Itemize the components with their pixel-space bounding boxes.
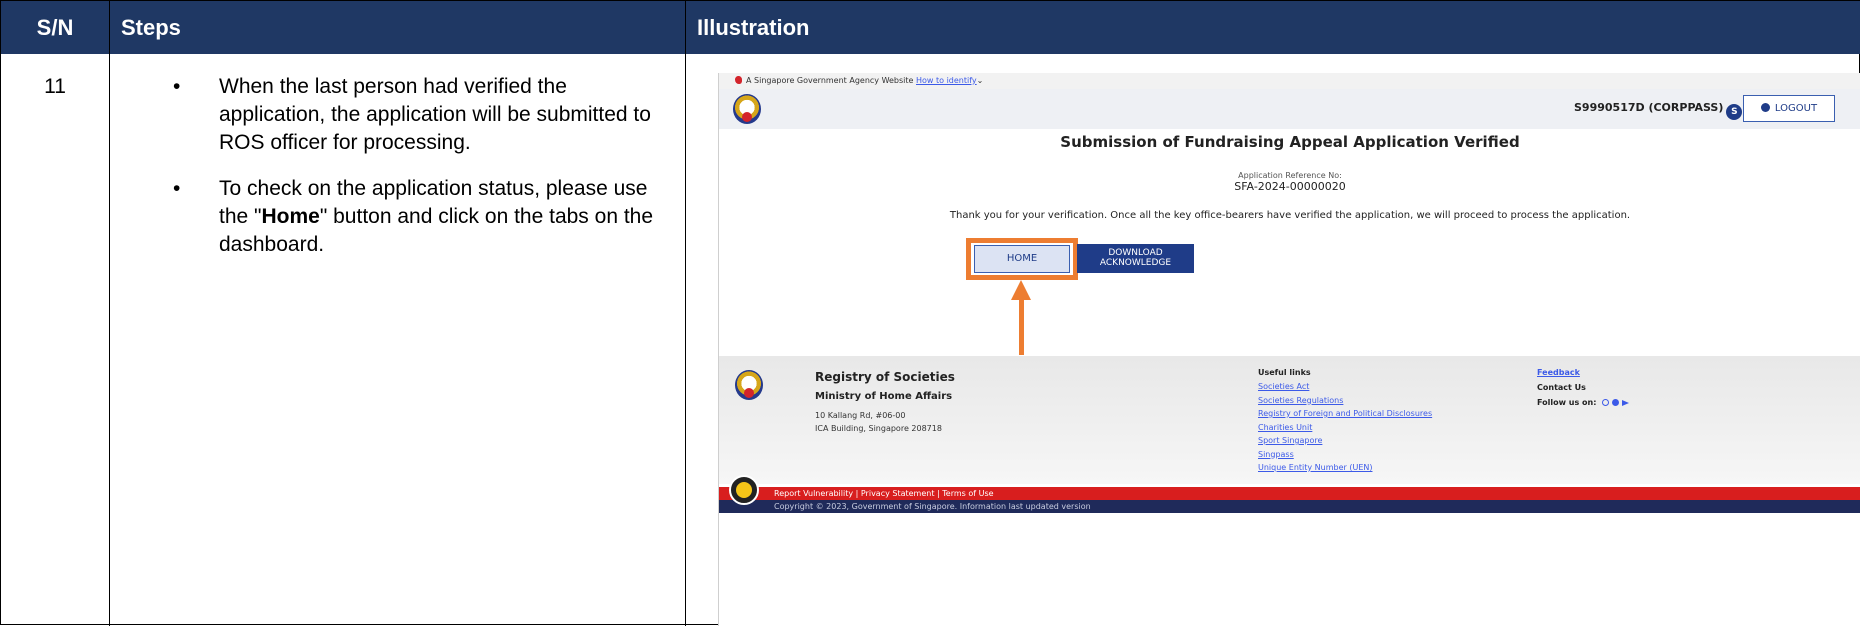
user-id-text: S9990517D (CORPPASS) bbox=[1574, 101, 1724, 114]
useful-link[interactable]: Societies Act bbox=[1258, 380, 1432, 394]
ros-crest-logo bbox=[735, 370, 763, 400]
useful-link[interactable]: Unique Entity Number (UEN) bbox=[1258, 461, 1432, 475]
row-serial-number: 11 bbox=[44, 75, 66, 98]
copyright-bar: Copyright © 2023, Government of Singapor… bbox=[719, 500, 1860, 513]
table-header-row: S/N Steps Illustration bbox=[1, 1, 1860, 54]
step-item: • When the last person had verified the … bbox=[161, 73, 671, 157]
top-navbar: S9990517D (CORPPASS) S LOGOUT bbox=[719, 89, 1860, 129]
page-title: Submission of Fundraising Appeal Applica… bbox=[1060, 133, 1520, 151]
gov-masthead: A Singapore Government Agency Website Ho… bbox=[719, 73, 1860, 89]
download-label-line2: ACKNOWLEDGE bbox=[1099, 258, 1172, 268]
feedback-link[interactable]: Feedback bbox=[1537, 368, 1580, 377]
arrow-up-icon bbox=[1011, 280, 1031, 300]
how-to-identify-link[interactable]: How to identify bbox=[916, 76, 977, 85]
bullet-icon: • bbox=[173, 177, 181, 200]
feedback-smiley-icon[interactable] bbox=[729, 475, 759, 505]
footer-org-name: Registry of Societies bbox=[815, 370, 955, 384]
useful-links-list: Societies Act Societies Regulations Regi… bbox=[1258, 380, 1432, 475]
illustration-screenshot: A Singapore Government Agency Website Ho… bbox=[718, 73, 1860, 626]
legal-links-bar[interactable]: Report Vulnerability | Privacy Statement… bbox=[719, 487, 1860, 500]
follow-us-label: Follow us on: bbox=[1537, 398, 1597, 407]
useful-link[interactable]: Sport Singapore bbox=[1258, 434, 1432, 448]
useful-links-title: Useful links bbox=[1258, 368, 1311, 377]
useful-link[interactable]: Charities Unit bbox=[1258, 421, 1432, 435]
steps-list: • When the last person had verified the … bbox=[161, 73, 671, 277]
logout-button[interactable]: LOGOUT bbox=[1743, 95, 1835, 122]
instruction-table: S/N Steps Illustration 11 • When the las… bbox=[0, 0, 1860, 626]
bullet-icon: • bbox=[173, 75, 181, 98]
gov-banner-text: A Singapore Government Agency Website bbox=[746, 76, 914, 85]
footer-address-line2: ICA Building, Singapore 208718 bbox=[815, 424, 942, 433]
home-button[interactable]: HOME bbox=[974, 245, 1070, 273]
header-illustration: Illustration bbox=[697, 15, 810, 40]
reference-value: SFA-2024-00000020 bbox=[1234, 180, 1346, 193]
useful-link[interactable]: Societies Regulations bbox=[1258, 394, 1432, 408]
contact-us-link[interactable]: Contact Us bbox=[1537, 383, 1586, 392]
footer-ministry: Ministry of Home Affairs bbox=[815, 391, 953, 402]
confirmation-message: Thank you for your verification. Once al… bbox=[949, 210, 1631, 221]
lion-head-icon bbox=[735, 76, 742, 84]
step-item: • To check on the application status, pl… bbox=[161, 175, 671, 259]
download-acknowledge-button[interactable]: DOWNLOAD ACKNOWLEDGE bbox=[1077, 244, 1194, 273]
follow-us-row: Follow us on: bbox=[1537, 398, 1630, 407]
user-avatar-badge: S bbox=[1726, 104, 1743, 120]
useful-link[interactable]: Singpass bbox=[1258, 448, 1432, 462]
download-label-line1: DOWNLOAD bbox=[1108, 248, 1163, 258]
page-footer: Registry of Societies Ministry of Home A… bbox=[719, 356, 1860, 484]
logout-icon bbox=[1760, 103, 1770, 112]
instagram-icon[interactable] bbox=[1602, 399, 1610, 406]
reference-label: Application Reference No: bbox=[1238, 171, 1342, 180]
header-sn: S/N bbox=[36, 15, 74, 40]
column-divider bbox=[109, 1, 110, 626]
ros-crest-logo bbox=[733, 94, 761, 124]
useful-link[interactable]: Registry of Foreign and Political Disclo… bbox=[1258, 407, 1432, 421]
column-divider bbox=[685, 1, 686, 626]
user-id-label: S9990517D (CORPPASS) S bbox=[1574, 101, 1743, 120]
step-text: When the last person had verified the ap… bbox=[219, 75, 651, 154]
telegram-icon[interactable] bbox=[1622, 400, 1630, 406]
logout-label: LOGOUT bbox=[1774, 103, 1818, 114]
chevron-down-icon: ⌄ bbox=[976, 76, 984, 85]
step-text-bold: Home bbox=[261, 205, 320, 228]
facebook-icon[interactable] bbox=[1612, 399, 1620, 406]
header-steps: Steps bbox=[121, 15, 181, 40]
footer-address-line1: 10 Kallang Rd, #06-00 bbox=[815, 411, 906, 420]
arrow-shaft bbox=[1019, 298, 1024, 355]
